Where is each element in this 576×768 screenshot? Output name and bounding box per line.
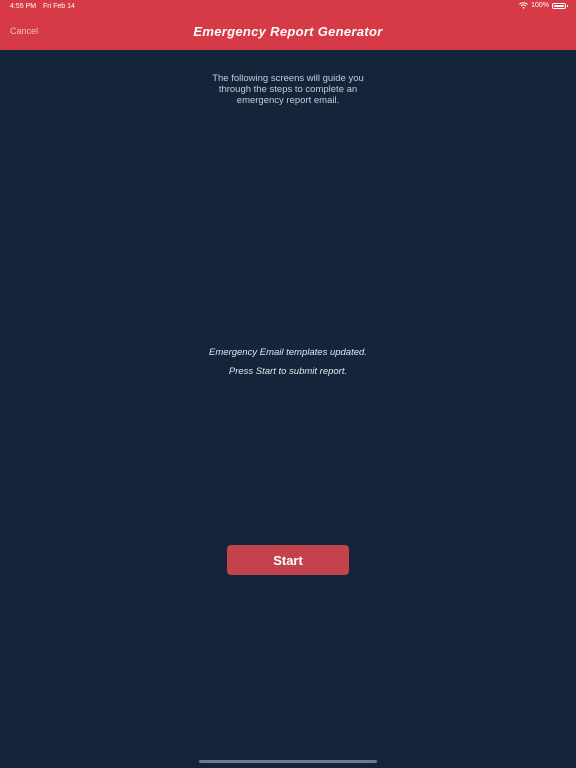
templates-updated-message: Emergency Email templates updated. xyxy=(209,347,367,358)
status-date: Fri Feb 14 xyxy=(43,3,75,10)
wifi-icon xyxy=(519,2,528,9)
intro-line: emergency report email. xyxy=(236,95,340,106)
press-start-message: Press Start to submit report. xyxy=(228,366,348,377)
app-screen: 4:55 PM Fri Feb 14 100% Cancel Emergency… xyxy=(0,0,576,768)
intro-line: through the steps to complete an xyxy=(218,84,358,95)
home-indicator[interactable] xyxy=(199,760,377,763)
intro-text: The following screens will guide you thr… xyxy=(188,73,388,106)
status-time: 4:55 PM xyxy=(10,3,37,10)
status-indicators: 100% xyxy=(519,2,568,9)
page-title: Emergency Report Generator xyxy=(193,24,383,39)
nav-bar: Cancel Emergency Report Generator xyxy=(0,14,576,50)
battery-icon xyxy=(552,2,568,9)
status-bar: 4:55 PM Fri Feb 14 100% xyxy=(0,0,576,14)
intro-line: The following screens will guide you xyxy=(212,73,364,84)
battery-fill xyxy=(554,4,564,7)
start-button[interactable]: Start xyxy=(227,545,349,575)
battery-percent: 100% xyxy=(531,2,549,9)
battery-tip xyxy=(566,4,568,7)
